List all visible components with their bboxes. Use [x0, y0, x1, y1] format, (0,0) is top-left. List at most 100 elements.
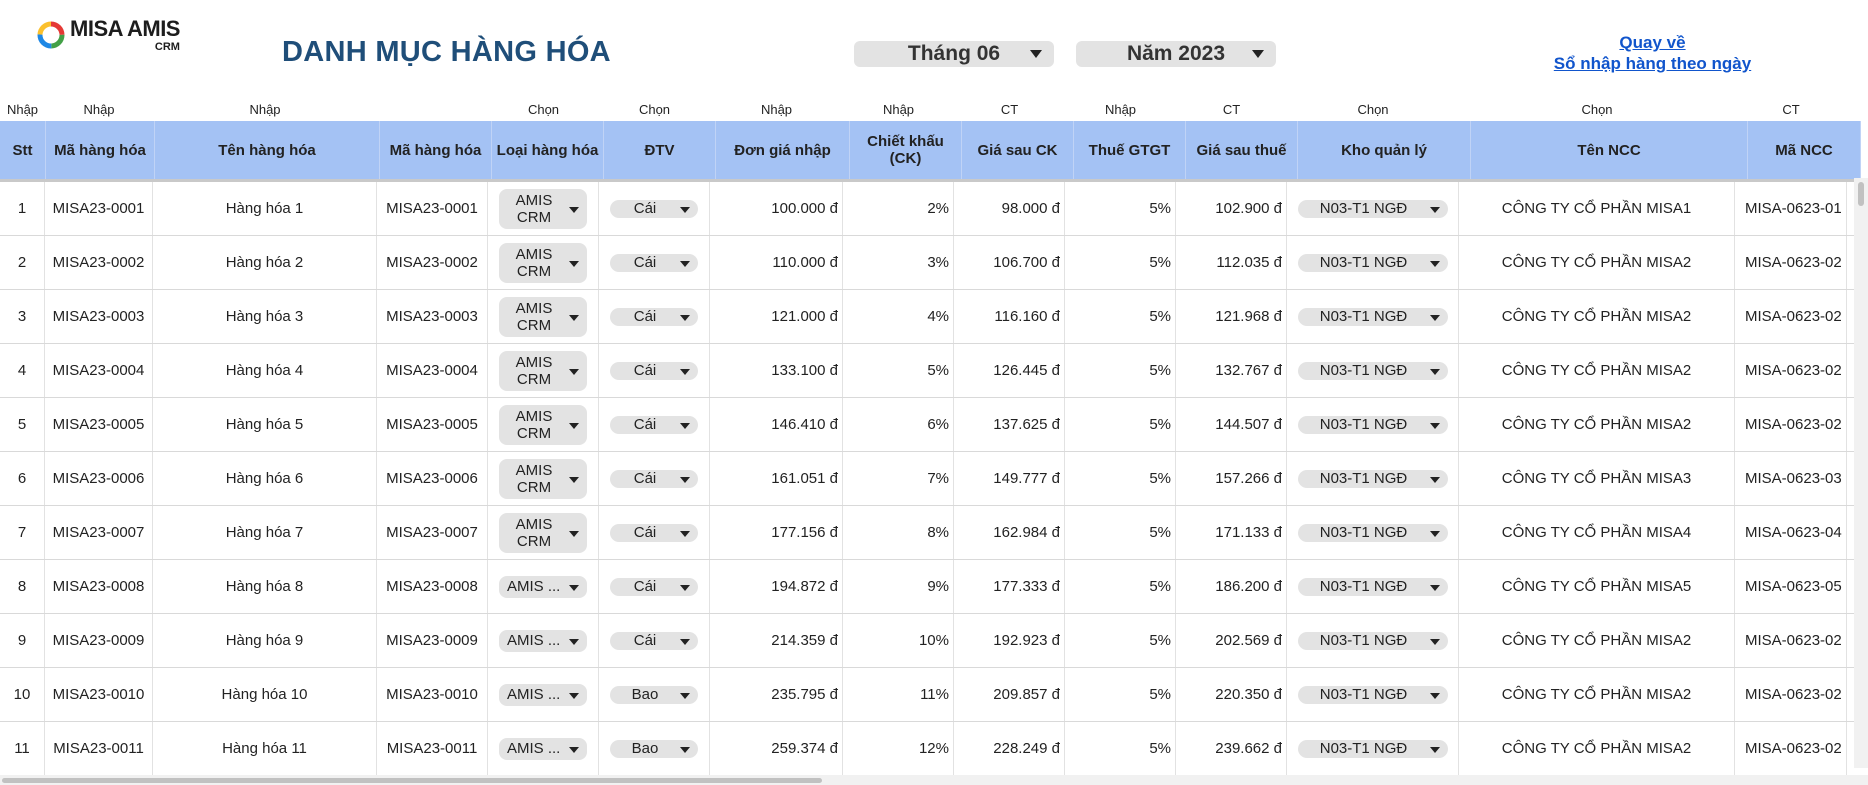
- cell-giack[interactable]: 116.160 đ: [954, 290, 1065, 343]
- cell-thue[interactable]: 5%: [1065, 560, 1176, 613]
- cell-giathue[interactable]: 239.662 đ: [1176, 722, 1287, 775]
- cell-ma[interactable]: MISA23-0002: [45, 236, 153, 289]
- kho-dropdown[interactable]: N03-T1 NGĐ: [1297, 307, 1448, 326]
- cell-mancc[interactable]: MISA-0623-03: [1735, 452, 1847, 505]
- loai-dropdown[interactable]: AMIS ...: [499, 629, 587, 652]
- cell-stt[interactable]: 6: [0, 452, 45, 505]
- cell-ncc[interactable]: CÔNG TY CỔ PHẦN MISA5: [1459, 560, 1735, 613]
- scrollbar-thumb[interactable]: [1858, 182, 1864, 206]
- kho-dropdown[interactable]: N03-T1 NGĐ: [1297, 469, 1448, 488]
- cell-ncc[interactable]: CÔNG TY CỔ PHẦN MISA4: [1459, 506, 1735, 559]
- cell-stt[interactable]: 3: [0, 290, 45, 343]
- cell-dongia[interactable]: 121.000 đ: [710, 290, 843, 343]
- cell-mancc[interactable]: MISA-0623-02: [1735, 722, 1847, 775]
- cell-giathue[interactable]: 171.133 đ: [1176, 506, 1287, 559]
- cell-stt[interactable]: 11: [0, 722, 45, 775]
- cell-ten[interactable]: Hàng hóa 9: [153, 614, 377, 667]
- cell-thue[interactable]: 5%: [1065, 182, 1176, 235]
- cell-thue[interactable]: 5%: [1065, 452, 1176, 505]
- cell-mancc[interactable]: MISA-0623-02: [1735, 614, 1847, 667]
- cell-ck[interactable]: 5%: [843, 344, 954, 397]
- kho-dropdown[interactable]: N03-T1 NGĐ: [1297, 685, 1448, 704]
- cell-ma[interactable]: MISA23-0011: [45, 722, 153, 775]
- dvt-dropdown[interactable]: Bao: [610, 685, 698, 704]
- cell-giack[interactable]: 228.249 đ: [954, 722, 1065, 775]
- cell-dongia[interactable]: 133.100 đ: [710, 344, 843, 397]
- cell-thue[interactable]: 5%: [1065, 722, 1176, 775]
- cell-dongia[interactable]: 100.000 đ: [710, 182, 843, 235]
- cell-stt[interactable]: 2: [0, 236, 45, 289]
- vertical-scrollbar[interactable]: [1854, 178, 1868, 768]
- loai-dropdown[interactable]: AMIS CRM: [499, 188, 587, 229]
- cell-ck[interactable]: 7%: [843, 452, 954, 505]
- cell-thue[interactable]: 5%: [1065, 290, 1176, 343]
- cell-mancc[interactable]: MISA-0623-02: [1735, 236, 1847, 289]
- cell-ma[interactable]: MISA23-0008: [45, 560, 153, 613]
- cell-giack[interactable]: 209.857 đ: [954, 668, 1065, 721]
- cell-stt[interactable]: 8: [0, 560, 45, 613]
- cell-ncc[interactable]: CÔNG TY CỔ PHẦN MISA3: [1459, 452, 1735, 505]
- cell-thue[interactable]: 5%: [1065, 398, 1176, 451]
- cell-ncc[interactable]: CÔNG TY CỔ PHẦN MISA2: [1459, 344, 1735, 397]
- cell-ten[interactable]: Hàng hóa 5: [153, 398, 377, 451]
- cell-dongia[interactable]: 146.410 đ: [710, 398, 843, 451]
- cell-ncc[interactable]: CÔNG TY CỔ PHẦN MISA2: [1459, 614, 1735, 667]
- dvt-dropdown[interactable]: Cái: [610, 253, 698, 272]
- month-select[interactable]: Tháng 06: [854, 41, 1054, 67]
- cell-ncc[interactable]: CÔNG TY CỔ PHẦN MISA1: [1459, 182, 1735, 235]
- dvt-dropdown[interactable]: Cái: [610, 523, 698, 542]
- cell-ma[interactable]: MISA23-0007: [45, 506, 153, 559]
- cell-ck[interactable]: 6%: [843, 398, 954, 451]
- cell-giack[interactable]: 126.445 đ: [954, 344, 1065, 397]
- cell-ma2[interactable]: MISA23-0003: [377, 290, 488, 343]
- cell-mancc[interactable]: MISA-0623-05: [1735, 560, 1847, 613]
- kho-dropdown[interactable]: N03-T1 NGĐ: [1297, 199, 1448, 218]
- cell-giack[interactable]: 137.625 đ: [954, 398, 1065, 451]
- back-link[interactable]: Quay về Sổ nhập hàng theo ngày: [1540, 32, 1765, 74]
- cell-giack[interactable]: 149.777 đ: [954, 452, 1065, 505]
- cell-ma[interactable]: MISA23-0005: [45, 398, 153, 451]
- dvt-dropdown[interactable]: Cái: [610, 307, 698, 326]
- cell-mancc[interactable]: MISA-0623-02: [1735, 290, 1847, 343]
- cell-ma2[interactable]: MISA23-0004: [377, 344, 488, 397]
- cell-ten[interactable]: Hàng hóa 7: [153, 506, 377, 559]
- cell-mancc[interactable]: MISA-0623-04: [1735, 506, 1847, 559]
- cell-ten[interactable]: Hàng hóa 3: [153, 290, 377, 343]
- kho-dropdown[interactable]: N03-T1 NGĐ: [1297, 415, 1448, 434]
- cell-mancc[interactable]: MISA-0623-02: [1735, 344, 1847, 397]
- loai-dropdown[interactable]: AMIS ...: [499, 683, 587, 706]
- loai-dropdown[interactable]: AMIS CRM: [499, 404, 587, 445]
- cell-ck[interactable]: 2%: [843, 182, 954, 235]
- cell-dongia[interactable]: 161.051 đ: [710, 452, 843, 505]
- cell-giack[interactable]: 98.000 đ: [954, 182, 1065, 235]
- loai-dropdown[interactable]: AMIS CRM: [499, 242, 587, 283]
- cell-dongia[interactable]: 235.795 đ: [710, 668, 843, 721]
- cell-mancc[interactable]: MISA-0623-01: [1735, 182, 1847, 235]
- dvt-dropdown[interactable]: Bao: [610, 739, 698, 758]
- cell-ck[interactable]: 3%: [843, 236, 954, 289]
- cell-ma[interactable]: MISA23-0004: [45, 344, 153, 397]
- cell-giathue[interactable]: 132.767 đ: [1176, 344, 1287, 397]
- cell-giathue[interactable]: 186.200 đ: [1176, 560, 1287, 613]
- cell-giack[interactable]: 106.700 đ: [954, 236, 1065, 289]
- loai-dropdown[interactable]: AMIS CRM: [499, 512, 587, 553]
- loai-dropdown[interactable]: AMIS CRM: [499, 296, 587, 337]
- cell-ma[interactable]: MISA23-0009: [45, 614, 153, 667]
- cell-giathue[interactable]: 144.507 đ: [1176, 398, 1287, 451]
- cell-ncc[interactable]: CÔNG TY CỔ PHẦN MISA2: [1459, 236, 1735, 289]
- loai-dropdown[interactable]: AMIS CRM: [499, 458, 587, 499]
- cell-stt[interactable]: 9: [0, 614, 45, 667]
- cell-thue[interactable]: 5%: [1065, 344, 1176, 397]
- loai-dropdown[interactable]: AMIS ...: [499, 737, 587, 760]
- cell-ma2[interactable]: MISA23-0011: [377, 722, 488, 775]
- back-link-line2[interactable]: Sổ nhập hàng theo ngày: [1540, 53, 1765, 74]
- cell-stt[interactable]: 10: [0, 668, 45, 721]
- kho-dropdown[interactable]: N03-T1 NGĐ: [1297, 523, 1448, 542]
- cell-mancc[interactable]: MISA-0623-02: [1735, 668, 1847, 721]
- cell-ten[interactable]: Hàng hóa 10: [153, 668, 377, 721]
- cell-stt[interactable]: 1: [0, 182, 45, 235]
- cell-stt[interactable]: 5: [0, 398, 45, 451]
- cell-stt[interactable]: 4: [0, 344, 45, 397]
- loai-dropdown[interactable]: AMIS ...: [499, 575, 587, 598]
- cell-ck[interactable]: 9%: [843, 560, 954, 613]
